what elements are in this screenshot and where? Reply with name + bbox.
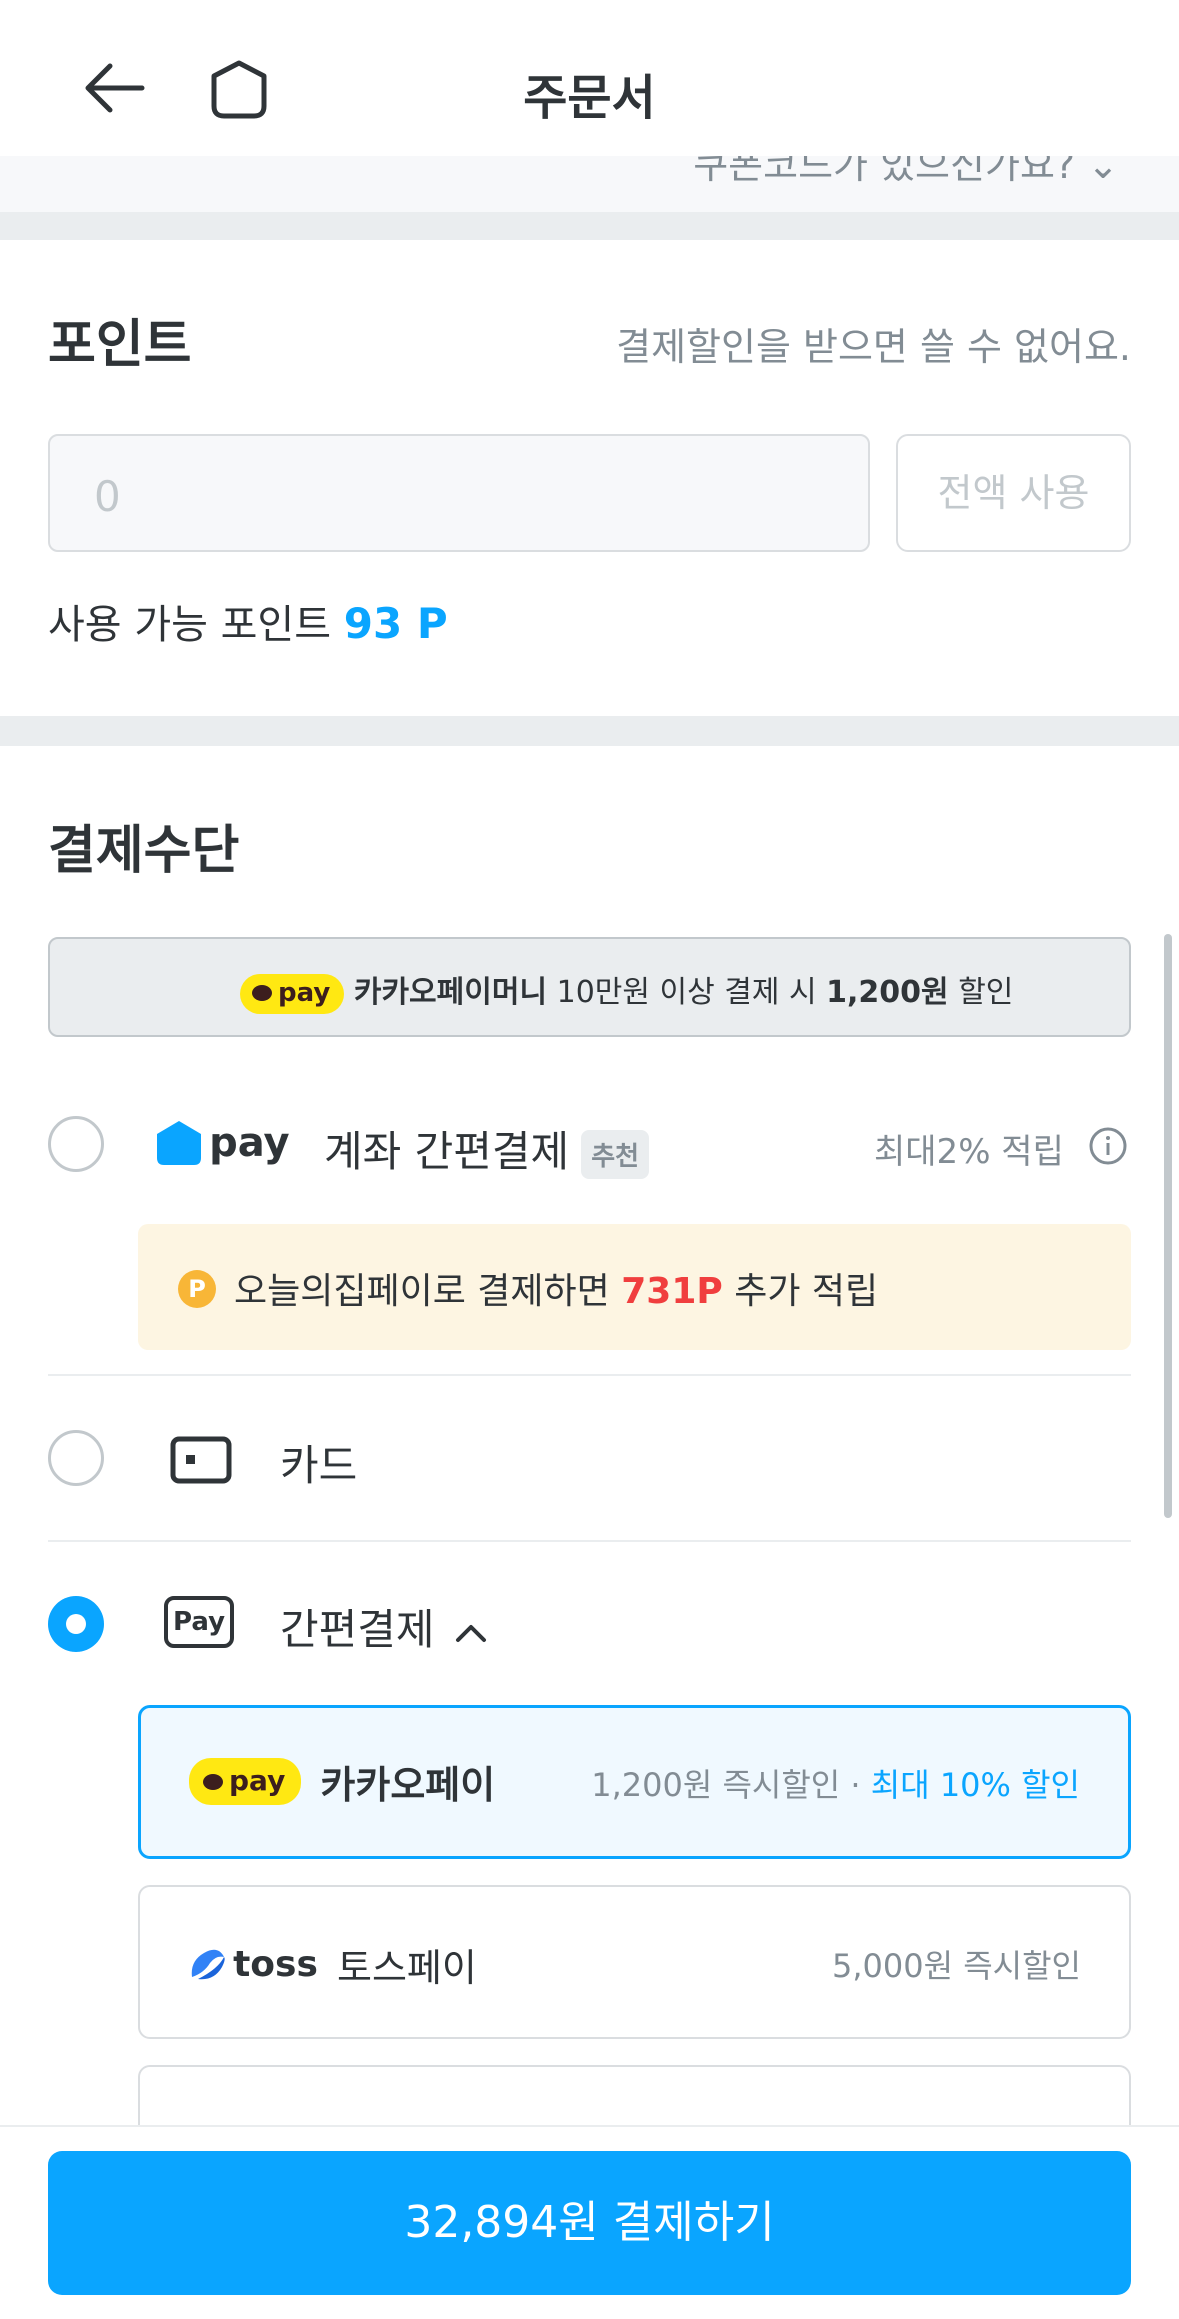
ohouse-pay-logo: pay	[154, 1118, 290, 1170]
scrollbar[interactable]	[1164, 934, 1172, 1518]
points-note: 결제할인을 받으면 쓸 수 없어요.	[616, 325, 1131, 369]
pay-button[interactable]: 32,894원 결제하기	[48, 2151, 1131, 2295]
ohouse-pay-option[interactable]: 계좌 간편결제 추천	[324, 1118, 650, 1179]
tosspay-name: 토스페이	[336, 1946, 477, 1990]
easy-pay-radio[interactable]	[48, 1596, 104, 1652]
ohouse-house-icon	[157, 1121, 201, 1165]
kakaopay-extra: 최대 10% 할인	[870, 1766, 1080, 1804]
toss-logo-icon	[191, 1949, 225, 1979]
coupon-code-link[interactable]: 쿠폰코드가 있으신가요? ⌄	[693, 156, 1119, 189]
ohouse-pay-radio[interactable]	[48, 1116, 104, 1172]
tosspay-discount: 5,000원 즉시할인	[832, 1947, 1081, 1985]
page-title: 주문서	[523, 70, 656, 126]
section-divider	[0, 212, 1179, 240]
toss-logo-text: toss	[233, 1944, 318, 1985]
info-icon[interactable]	[1088, 1126, 1128, 1166]
easy-pay-label: 간편결제	[280, 1605, 435, 1654]
kakaopay-option[interactable]: pay 카카오페이 1,200원 즉시할인 · 최대 10% 할인	[138, 1705, 1131, 1859]
speech-bubble-icon	[203, 1774, 223, 1790]
easy-pay-icon: Pay	[164, 1596, 234, 1648]
banner-brand: 카카오페이머니	[353, 975, 548, 1010]
payment-title: 결제수단	[48, 821, 240, 881]
available-points-value: 93 P	[343, 599, 448, 648]
card-icon	[170, 1436, 232, 1484]
banner-content: pay 카카오페이머니 10만원 이상 결제 시 1,200원 할인	[240, 967, 1013, 1014]
easy-pay-toggle[interactable]: 간편결제	[280, 1596, 488, 1657]
kakaopay-badge: pay	[240, 973, 345, 1014]
tosspay-row: toss 토스페이	[188, 1937, 477, 1992]
notice-points: 731P	[621, 1271, 723, 1312]
kakaopay-money-banner[interactable]: pay 카카오페이머니 10만원 이상 결제 시 1,200원 할인	[48, 937, 1131, 1037]
bottom-bar: 32,894원 결제하기	[0, 2125, 1179, 2319]
kakaopay-row: pay 카카오페이	[189, 1754, 495, 1809]
chevron-up-icon	[455, 1624, 486, 1642]
coupon-code-peek[interactable]: 쿠폰코드가 있으신가요? ⌄	[0, 156, 1179, 212]
recommended-tag: 추천	[581, 1130, 650, 1179]
points-title: 포인트	[48, 315, 192, 375]
card-radio[interactable]	[48, 1430, 104, 1486]
points-input-value: 0	[94, 472, 121, 521]
ohouse-pay-reward: 최대2% 적립	[874, 1132, 1064, 1172]
top-app-bar: 주문서	[0, 0, 1179, 156]
option-divider	[48, 1540, 1131, 1542]
point-coin-icon: P	[178, 1270, 216, 1308]
kakaopay-benefit: 1,200원 즉시할인 · 최대 10% 할인	[591, 1766, 1080, 1804]
available-points: 사용 가능 포인트 93 P	[48, 592, 448, 650]
card-label[interactable]: 카드	[280, 1432, 357, 1493]
speech-bubble-icon	[252, 985, 272, 1001]
banner-amount: 1,200원	[826, 975, 949, 1010]
banner-text-end: 할인	[958, 975, 1014, 1010]
option-divider	[48, 1374, 1131, 1376]
ohouse-pay-label: 계좌 간편결제	[324, 1127, 570, 1176]
tosspay-option[interactable]: toss 토스페이 5,000원 즉시할인	[138, 1885, 1131, 2039]
kakaopay-badge: pay	[189, 1758, 302, 1805]
kakaopay-discount: 1,200원 즉시할인	[591, 1766, 841, 1804]
points-input[interactable]: 0	[48, 434, 870, 552]
banner-text: 10만원 이상 결제 시	[556, 975, 817, 1010]
available-points-label: 사용 가능 포인트	[48, 602, 332, 648]
kakaopay-name: 카카오페이	[320, 1763, 496, 1807]
ohouse-pay-notice: P 오늘의집페이로 결제하면 731P 추가 적립	[138, 1224, 1131, 1350]
use-all-points-button[interactable]: 전액 사용	[896, 434, 1131, 552]
notice-text: 오늘의집페이로 결제하면 731P 추가 적립	[234, 1271, 879, 1312]
section-divider	[0, 716, 1179, 746]
